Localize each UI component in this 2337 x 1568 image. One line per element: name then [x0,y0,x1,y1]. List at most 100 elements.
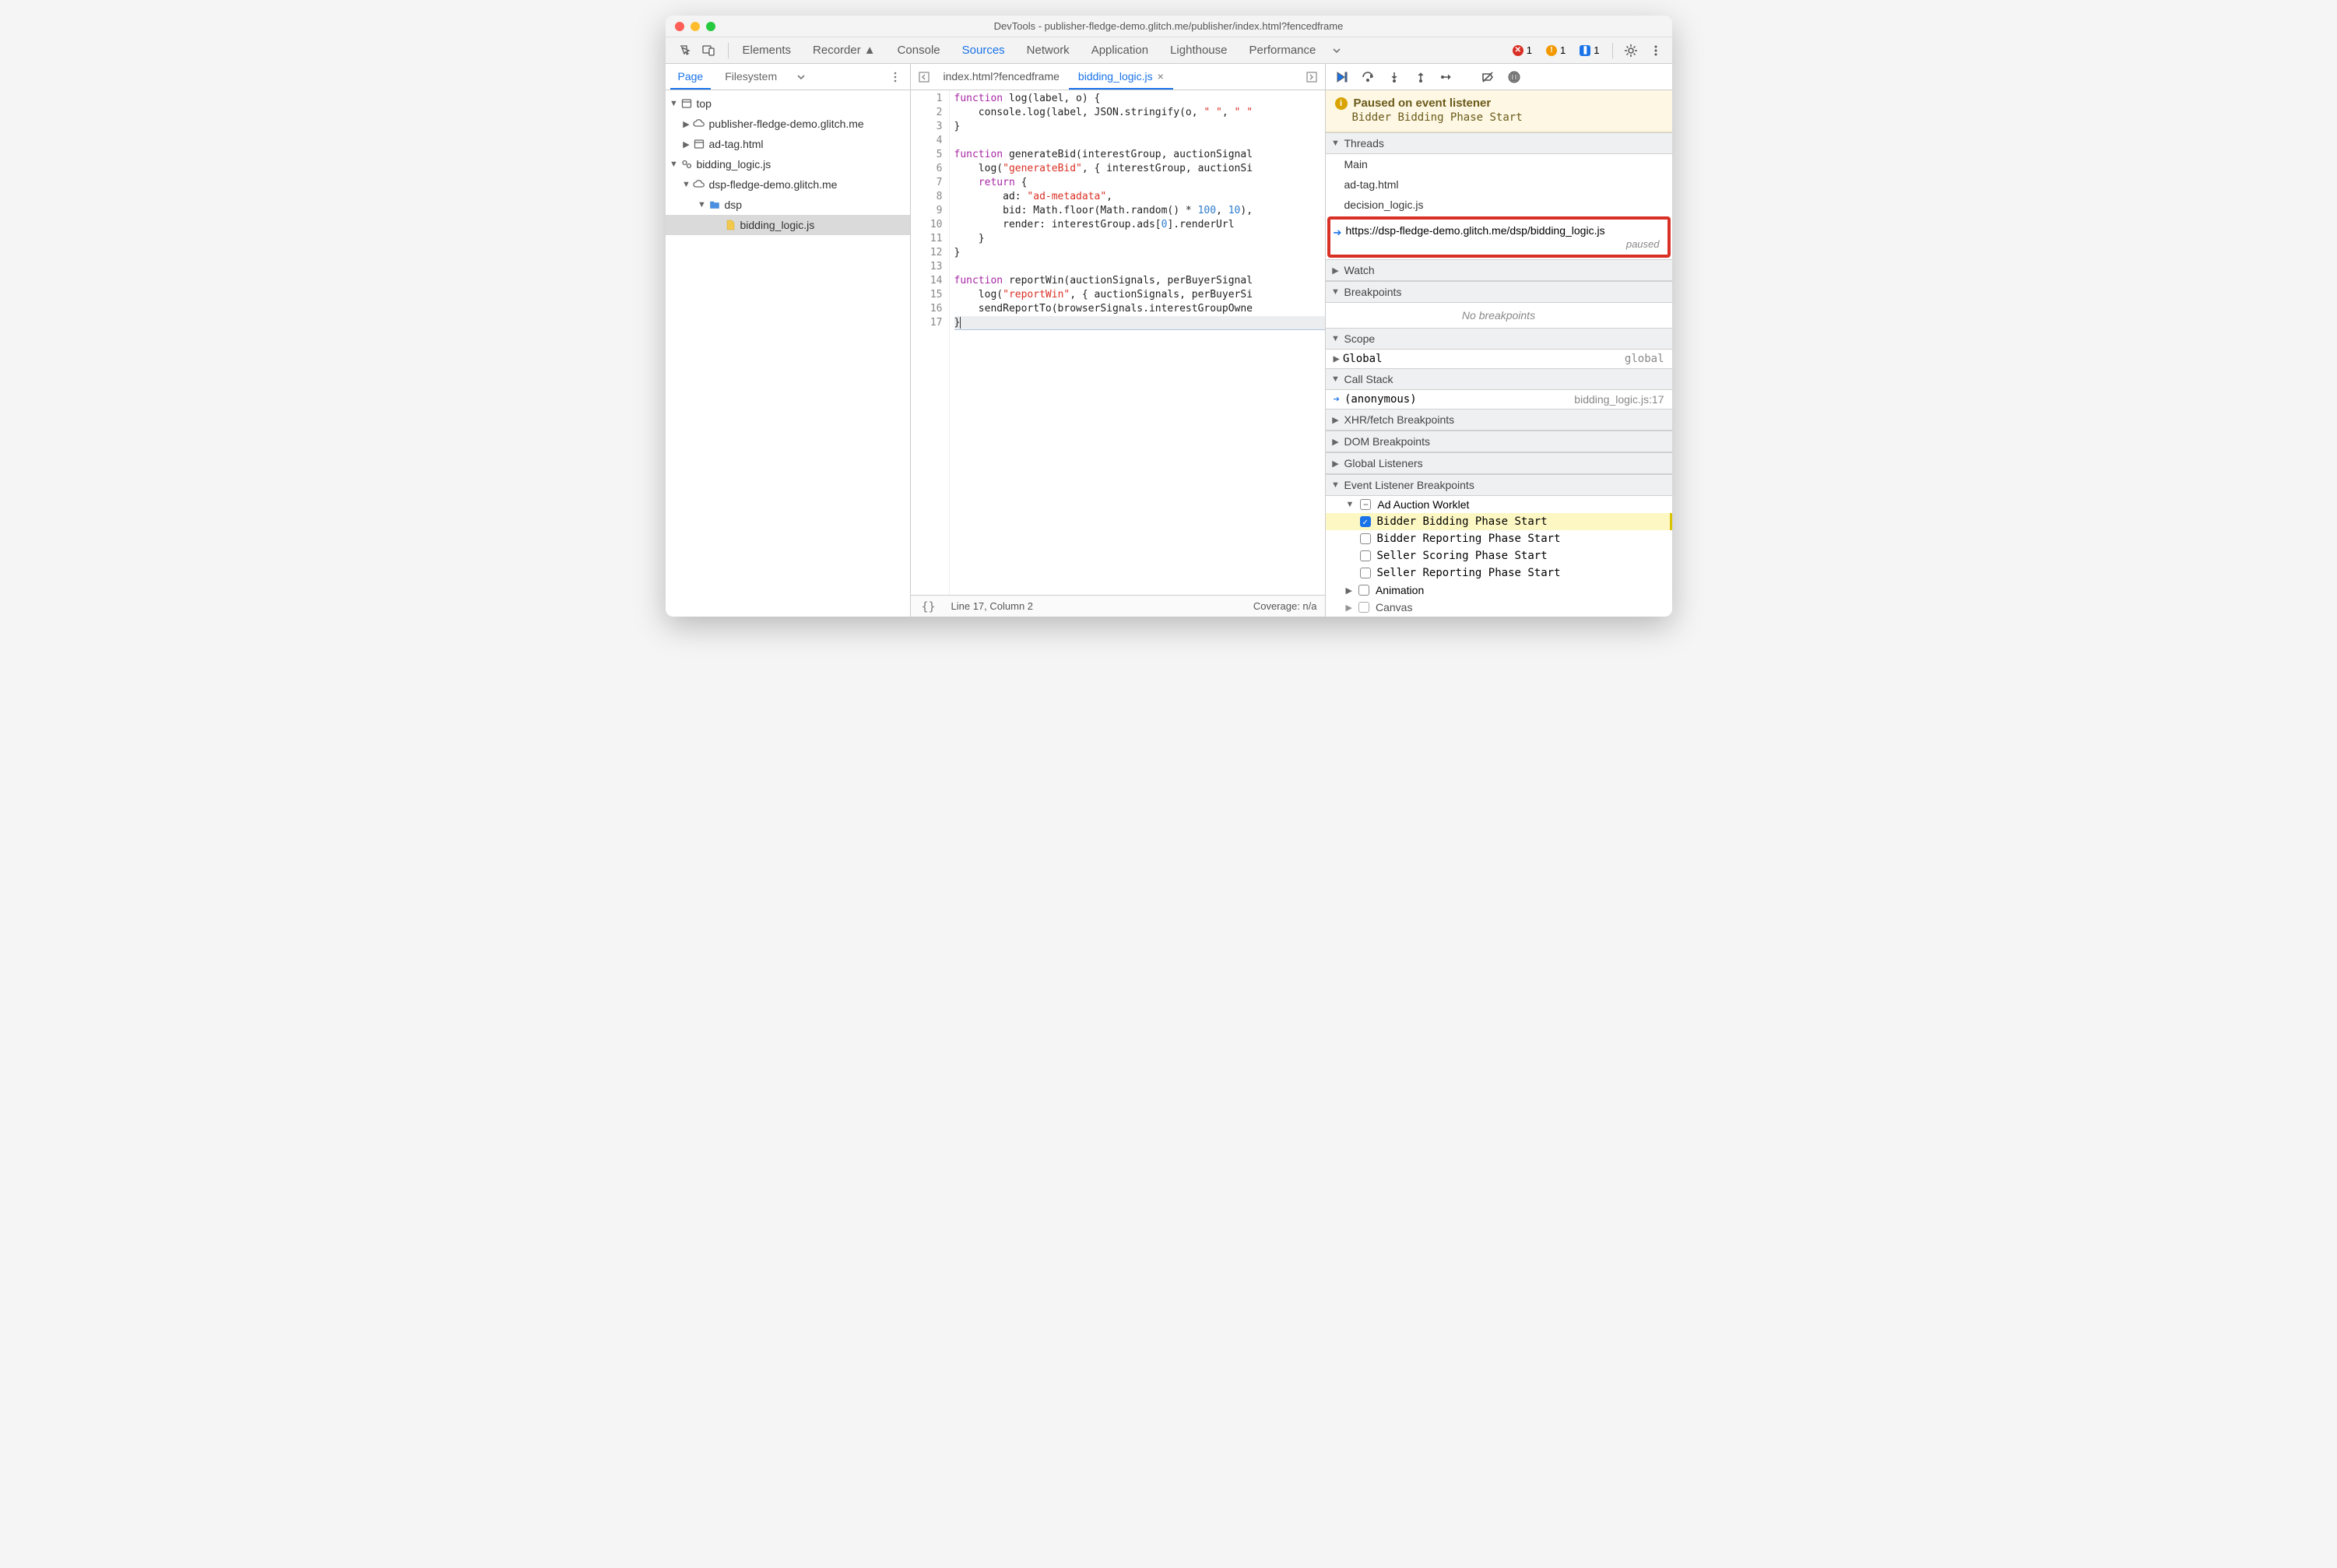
paused-banner: i Paused on event listener Bidder Biddin… [1326,90,1672,132]
inspect-element-button[interactable] [675,40,695,61]
elb-category-ad-auction[interactable]: ▼ − Ad Auction Worklet [1326,496,1672,513]
elb-category-canvas[interactable]: ▶ Canvas [1326,599,1672,616]
thread-decision[interactable]: decision_logic.js [1326,195,1672,215]
step-into-button[interactable] [1383,68,1405,86]
issue-count[interactable]: ❚ 1 [1575,43,1604,58]
elb-item-1-label: Bidder Reporting Phase Start [1377,533,1561,545]
cloud-icon [692,118,706,129]
editor-tab-bidding-logic[interactable]: bidding_logic.js × [1069,64,1173,90]
more-options-button[interactable] [1646,40,1666,61]
pause-on-exceptions-button[interactable] [1503,68,1525,86]
nav-more-tabs-button[interactable] [791,67,811,87]
error-count[interactable]: ✕ 1 [1508,43,1537,58]
paused-title-text: Paused on event listener [1354,97,1492,110]
tab-recorder[interactable]: Recorder ▲ [802,37,887,64]
elb-category-animation[interactable]: ▶ Animation [1326,582,1672,599]
close-window-button[interactable] [675,22,684,31]
callstack-frame[interactable]: ➔(anonymous) bidding_logic.js:17 [1326,390,1672,409]
tab-lighthouse[interactable]: Lighthouse [1159,37,1238,64]
scope-global-row[interactable]: ▶Global global [1326,350,1672,368]
checkbox-icon[interactable] [1360,550,1371,561]
line-gutter[interactable]: 1234567891011121314151617 [911,90,950,595]
error-count-value: 1 [1527,44,1532,56]
section-elb[interactable]: ▼Event Listener Breakpoints [1326,474,1672,496]
flask-icon: ▲ [864,44,876,57]
tree-worklet[interactable]: ▼ bidding_logic.js [666,154,910,174]
navigator-tree[interactable]: ▼ top ▶ publisher-fledge-demo.glitch.me … [666,90,910,617]
section-callstack-label: Call Stack [1344,373,1393,385]
thread-adtag[interactable]: ad-tag.html [1326,174,1672,195]
elb-item-0-label: Bidder Bidding Phase Start [1377,515,1548,528]
editor-body[interactable]: 1234567891011121314151617 function log(l… [911,90,1325,595]
tab-console[interactable]: Console [887,37,951,64]
device-toolbar-button[interactable] [698,40,719,61]
tree-folder-dsp-label: dsp [725,199,743,211]
editor-tabs: index.html?fencedframe bidding_logic.js … [911,64,1325,90]
titlebar: DevTools - publisher-fledge-demo.glitch.… [666,16,1672,37]
error-icon: ✕ [1513,45,1523,56]
deactivate-breakpoints-button[interactable] [1477,68,1499,86]
section-breakpoints[interactable]: ▼Breakpoints [1326,281,1672,303]
section-threads-label: Threads [1344,137,1384,149]
issue-icon: ❚ [1580,45,1590,56]
checkbox-icon[interactable] [1358,585,1369,596]
nav-tab-page[interactable]: Page [670,64,712,90]
thread-active-highlighted[interactable]: ➔ https://dsp-fledge-demo.glitch.me/dsp/… [1327,216,1671,258]
tab-elements[interactable]: Elements [732,37,803,64]
step-over-button[interactable] [1357,68,1379,86]
elb-bidder-bidding-start[interactable]: ✓ Bidder Bidding Phase Start [1326,513,1672,530]
tree-folder-dsp[interactable]: ▼ dsp [666,195,910,215]
resume-button[interactable] [1330,68,1352,86]
checkbox-icon[interactable] [1360,568,1371,578]
status-badges: ✕ 1 ! 1 ❚ 1 [1508,40,1669,61]
more-tabs-button[interactable] [1327,40,1347,61]
tab-sources[interactable]: Sources [951,37,1016,64]
step-out-button[interactable] [1410,68,1432,86]
warning-icon: ! [1546,45,1557,56]
tree-frame-top[interactable]: ▼ top [666,93,910,114]
tree-domain-dsp-label: dsp-fledge-demo.glitch.me [709,178,838,191]
checkbox-checked-icon[interactable]: ✓ [1360,516,1371,527]
checkbox-icon[interactable] [1360,533,1371,544]
section-callstack[interactable]: ▼Call Stack [1326,368,1672,390]
minimize-window-button[interactable] [691,22,700,31]
nav-tab-filesystem[interactable]: Filesystem [717,64,785,90]
warning-count[interactable]: ! 1 [1541,43,1570,58]
thread-main[interactable]: Main [1326,154,1672,174]
scope-global-value: global [1625,353,1664,365]
checkbox-icon[interactable] [1358,602,1369,613]
section-dom[interactable]: ▶DOM Breakpoints [1326,431,1672,452]
editor-tab-index-label: index.html?fencedframe [944,70,1060,83]
section-global-listeners[interactable]: ▶Global Listeners [1326,452,1672,474]
editor-nav-button[interactable] [914,67,934,87]
maximize-window-button[interactable] [706,22,715,31]
elb-seller-reporting-start[interactable]: Seller Reporting Phase Start [1326,564,1672,582]
callstack-frame-name: (anonymous) [1344,393,1417,406]
section-xhr[interactable]: ▶XHR/fetch Breakpoints [1326,409,1672,431]
tab-application[interactable]: Application [1081,37,1159,64]
section-watch[interactable]: ▶Watch [1326,259,1672,281]
section-scope[interactable]: ▼Scope [1326,328,1672,350]
tab-network[interactable]: Network [1016,37,1081,64]
tab-recorder-label: Recorder [813,44,861,57]
warning-count-value: 1 [1560,44,1566,56]
content-area: Page Filesystem ▼ top ▶ [666,64,1672,617]
tree-file-bidding-logic[interactable]: bidding_logic.js [666,215,910,235]
close-tab-button[interactable]: × [1158,70,1164,83]
step-button[interactable] [1436,68,1458,86]
tree-file-adtag[interactable]: ▶ ad-tag.html [666,134,910,154]
editor-more-button[interactable] [1302,67,1322,87]
editor-tab-index[interactable]: index.html?fencedframe [934,64,1069,90]
nav-options-button[interactable] [885,67,905,87]
section-threads[interactable]: ▼Threads [1326,132,1672,154]
tree-domain-dsp[interactable]: ▼ dsp-fledge-demo.glitch.me [666,174,910,195]
main-tabs: Elements Recorder ▲ Console Sources Netw… [732,37,1508,64]
code-area[interactable]: function log(label, o) { console.log(lab… [950,90,1325,595]
elb-bidder-reporting-start[interactable]: Bidder Reporting Phase Start [1326,530,1672,547]
cloud-icon [692,179,706,190]
elb-seller-scoring-start[interactable]: Seller Scoring Phase Start [1326,547,1672,564]
tab-performance[interactable]: Performance [1238,37,1327,64]
pretty-print-button[interactable]: {} [919,596,939,617]
settings-button[interactable] [1621,40,1641,61]
tree-domain-publisher[interactable]: ▶ publisher-fledge-demo.glitch.me [666,114,910,134]
